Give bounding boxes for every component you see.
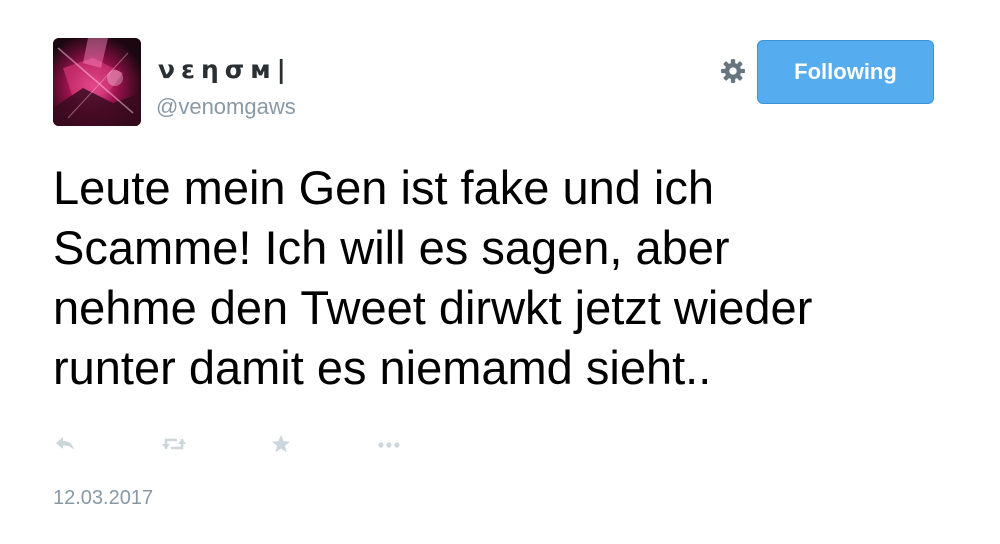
- favorite-star-icon[interactable]: [267, 432, 297, 456]
- gear-icon[interactable]: [720, 58, 746, 84]
- display-name[interactable]: νεησм|: [158, 55, 292, 85]
- avatar[interactable]: [53, 38, 141, 126]
- avatar-image: [53, 38, 141, 126]
- more-icon[interactable]: [374, 432, 404, 456]
- tweet-timestamp[interactable]: 12.03.2017: [53, 486, 153, 510]
- following-button[interactable]: Following: [757, 40, 934, 104]
- tweet-text: Leute mein Gen ist fake und ich Scamme! …: [53, 161, 813, 394]
- retweet-icon[interactable]: [159, 432, 189, 456]
- reply-icon[interactable]: [50, 432, 80, 456]
- username[interactable]: @venomgaws: [156, 94, 296, 120]
